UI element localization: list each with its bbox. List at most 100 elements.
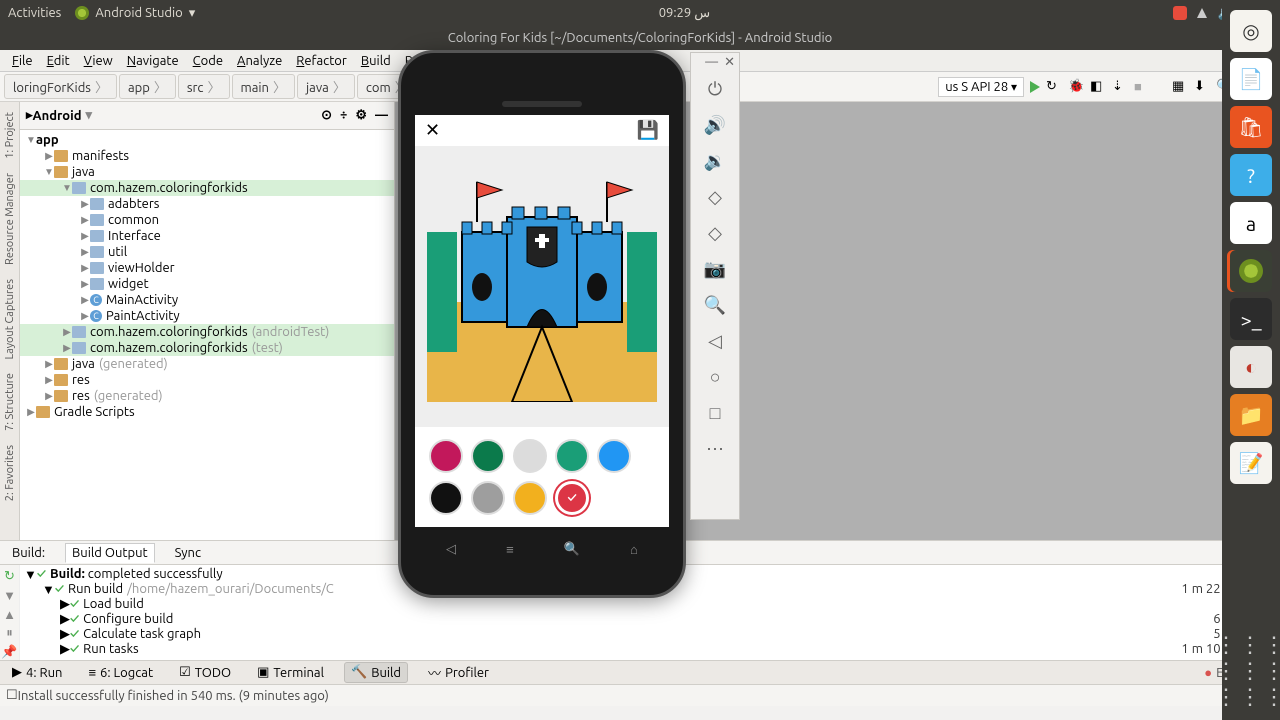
tree-item[interactable]: ▶adabters (20, 196, 394, 212)
tree-item[interactable]: ▶CPaintActivity (20, 308, 394, 324)
color-swatch[interactable]: ✓ (555, 481, 589, 515)
emulator-screen[interactable]: ✕ 💾 (415, 115, 669, 527)
project-tree[interactable]: ▼app▶manifests▼java▼com.hazem.coloringfo… (20, 130, 394, 540)
build-line[interactable]: ▶ Calculate task graph5 s 263 ms (24, 627, 1276, 642)
menu-build[interactable]: Build (355, 52, 397, 70)
clock[interactable]: ﺱ 09:29 (195, 6, 1173, 21)
nav-back-icon[interactable]: ◁ (446, 542, 456, 557)
breadcrumb-item[interactable]: loringForKids (4, 74, 117, 99)
color-swatch[interactable] (597, 439, 631, 473)
menu-analyze[interactable]: Analyze (231, 52, 288, 70)
breadcrumb[interactable]: loringForKidsappsrcmainjavacomb (4, 74, 448, 99)
profile-icon[interactable]: ◧ (1090, 79, 1106, 95)
left-tab[interactable]: 1: Project (2, 106, 18, 165)
bottom-tab-build[interactable]: 🔨 Build (344, 662, 408, 683)
dock-help-icon[interactable]: ? (1230, 154, 1272, 196)
network-icon[interactable] (1197, 8, 1207, 18)
sdk-manager-icon[interactable]: ⬇ (1194, 79, 1210, 95)
build-line[interactable]: ▶ Load build69 ms (24, 597, 1276, 612)
overview-icon[interactable]: □ (691, 395, 739, 431)
tree-item[interactable]: ▼java (20, 164, 394, 180)
rerun-icon[interactable]: ↻ (4, 569, 15, 584)
breadcrumb-item[interactable]: java (297, 74, 355, 99)
nav-home-icon[interactable]: ⌂ (630, 542, 638, 557)
tree-item[interactable]: ▶res (20, 372, 394, 388)
record-icon[interactable] (1173, 6, 1187, 20)
color-swatch[interactable] (513, 481, 547, 515)
home-icon[interactable]: ○ (691, 359, 739, 395)
dock-nautilus-icon[interactable]: 📁 (1230, 394, 1272, 436)
breadcrumb-item[interactable]: src (178, 74, 230, 99)
attach-debugger-icon[interactable]: ⇣ (1112, 79, 1128, 95)
hide-panel-icon[interactable]: — (375, 108, 388, 123)
emu-close-icon[interactable]: ✕ (724, 55, 735, 69)
dock-writer-icon[interactable]: 📄 (1230, 58, 1272, 100)
tree-item[interactable]: ▶res(generated) (20, 388, 394, 404)
build-tab[interactable]: Build: (6, 544, 51, 562)
color-swatch[interactable] (429, 439, 463, 473)
activities-button[interactable]: Activities (8, 6, 61, 20)
tree-item[interactable]: ▶Gradle Scripts (20, 404, 394, 420)
target-icon[interactable]: ⊙ (321, 108, 332, 123)
stop-icon[interactable]: ■ (1134, 79, 1150, 95)
tree-item[interactable]: ▶com.hazem.coloringforkids(androidTest) (20, 324, 394, 340)
tree-item[interactable]: ▶common (20, 212, 394, 228)
debug-icon[interactable]: 🐞 (1068, 79, 1084, 95)
close-icon[interactable]: ✕ (425, 120, 440, 141)
gear-icon[interactable]: ⚙ (355, 108, 367, 123)
build-line[interactable]: ▶ Run tasks1 m 10 s 802 ms (24, 642, 1276, 657)
nav-search-icon[interactable]: 🔍 (564, 542, 580, 557)
left-tab[interactable]: Resource Manager (2, 167, 18, 271)
dock-notes-icon[interactable]: 📝 (1230, 442, 1272, 484)
dock-apps-icon[interactable]: ⋮⋮⋮⋮⋮⋮⋮⋮⋮ (1215, 632, 1280, 710)
bottom-tab-profiler[interactable]: 〰 Profiler (422, 661, 495, 684)
tree-item[interactable]: ▶com.hazem.coloringforkids(test) (20, 340, 394, 356)
run-button[interactable] (1030, 81, 1040, 93)
tree-item[interactable]: ▶widget (20, 276, 394, 292)
back-icon[interactable]: ◁ (691, 323, 739, 359)
tree-item[interactable]: ▶viewHolder (20, 260, 394, 276)
tree-item[interactable]: ▶Interface (20, 228, 394, 244)
menu-refactor[interactable]: Refactor (290, 52, 353, 70)
dock-amazon-icon[interactable]: a (1230, 202, 1272, 244)
more-icon[interactable]: ⋯ (691, 431, 739, 467)
menu-edit[interactable]: Edit (41, 52, 76, 70)
menu-navigate[interactable]: Navigate (121, 52, 185, 70)
dock-emulator-icon[interactable]: ◐ (1230, 346, 1272, 388)
nav-menu-icon[interactable]: ≡ (506, 542, 514, 557)
tree-item[interactable]: ▼app (20, 132, 394, 148)
bottom-tab-4-run[interactable]: ▶ 4: Run (6, 663, 68, 682)
tree-item[interactable]: ▶manifests (20, 148, 394, 164)
device-selector[interactable]: us S API 28 ▾ (938, 77, 1024, 97)
tree-item[interactable]: ▶CMainActivity (20, 292, 394, 308)
build-tab[interactable]: Build Output (65, 543, 155, 563)
apply-changes-icon[interactable]: ↻ (1046, 79, 1062, 95)
color-swatch[interactable] (513, 439, 547, 473)
bottom-tab-todo[interactable]: ☑ TODO (173, 663, 237, 682)
save-icon[interactable]: 💾 (637, 120, 659, 141)
breadcrumb-item[interactable]: app (119, 74, 176, 99)
avd-manager-icon[interactable]: ▦ (1172, 79, 1188, 95)
build-tab[interactable]: Sync (169, 544, 207, 562)
emu-minimize-icon[interactable]: — (705, 55, 718, 69)
left-tab[interactable]: Layout Captures (2, 273, 18, 366)
tree-item[interactable]: ▶util (20, 244, 394, 260)
color-swatch[interactable] (429, 481, 463, 515)
project-view-selector[interactable]: Android (33, 109, 82, 123)
dock-files-icon[interactable]: ◎ (1230, 10, 1272, 52)
color-swatch[interactable] (471, 439, 505, 473)
dock-terminal-icon[interactable]: >_ (1230, 298, 1272, 340)
collapse-icon[interactable]: ÷ (340, 108, 347, 123)
volume-up-icon[interactable]: 🔊 (691, 107, 739, 143)
color-swatch[interactable] (471, 481, 505, 515)
bottom-tab-6-logcat[interactable]: ≡ 6: Logcat (82, 663, 159, 682)
power-icon[interactable]: ⏻ (691, 71, 739, 107)
app-menu[interactable]: Android Studio ▾ (75, 6, 195, 21)
build-line[interactable]: ▶ Configure build6 s 164 ms (24, 612, 1276, 627)
dock-software-icon[interactable]: 🛍 (1230, 106, 1272, 148)
left-tab[interactable]: 2: Favorites (2, 439, 18, 507)
tree-item[interactable]: ▶java(generated) (20, 356, 394, 372)
left-tab[interactable]: 7: Structure (2, 367, 18, 437)
coloring-canvas[interactable] (415, 147, 669, 427)
tree-item[interactable]: ▼com.hazem.coloringforkids (20, 180, 394, 196)
